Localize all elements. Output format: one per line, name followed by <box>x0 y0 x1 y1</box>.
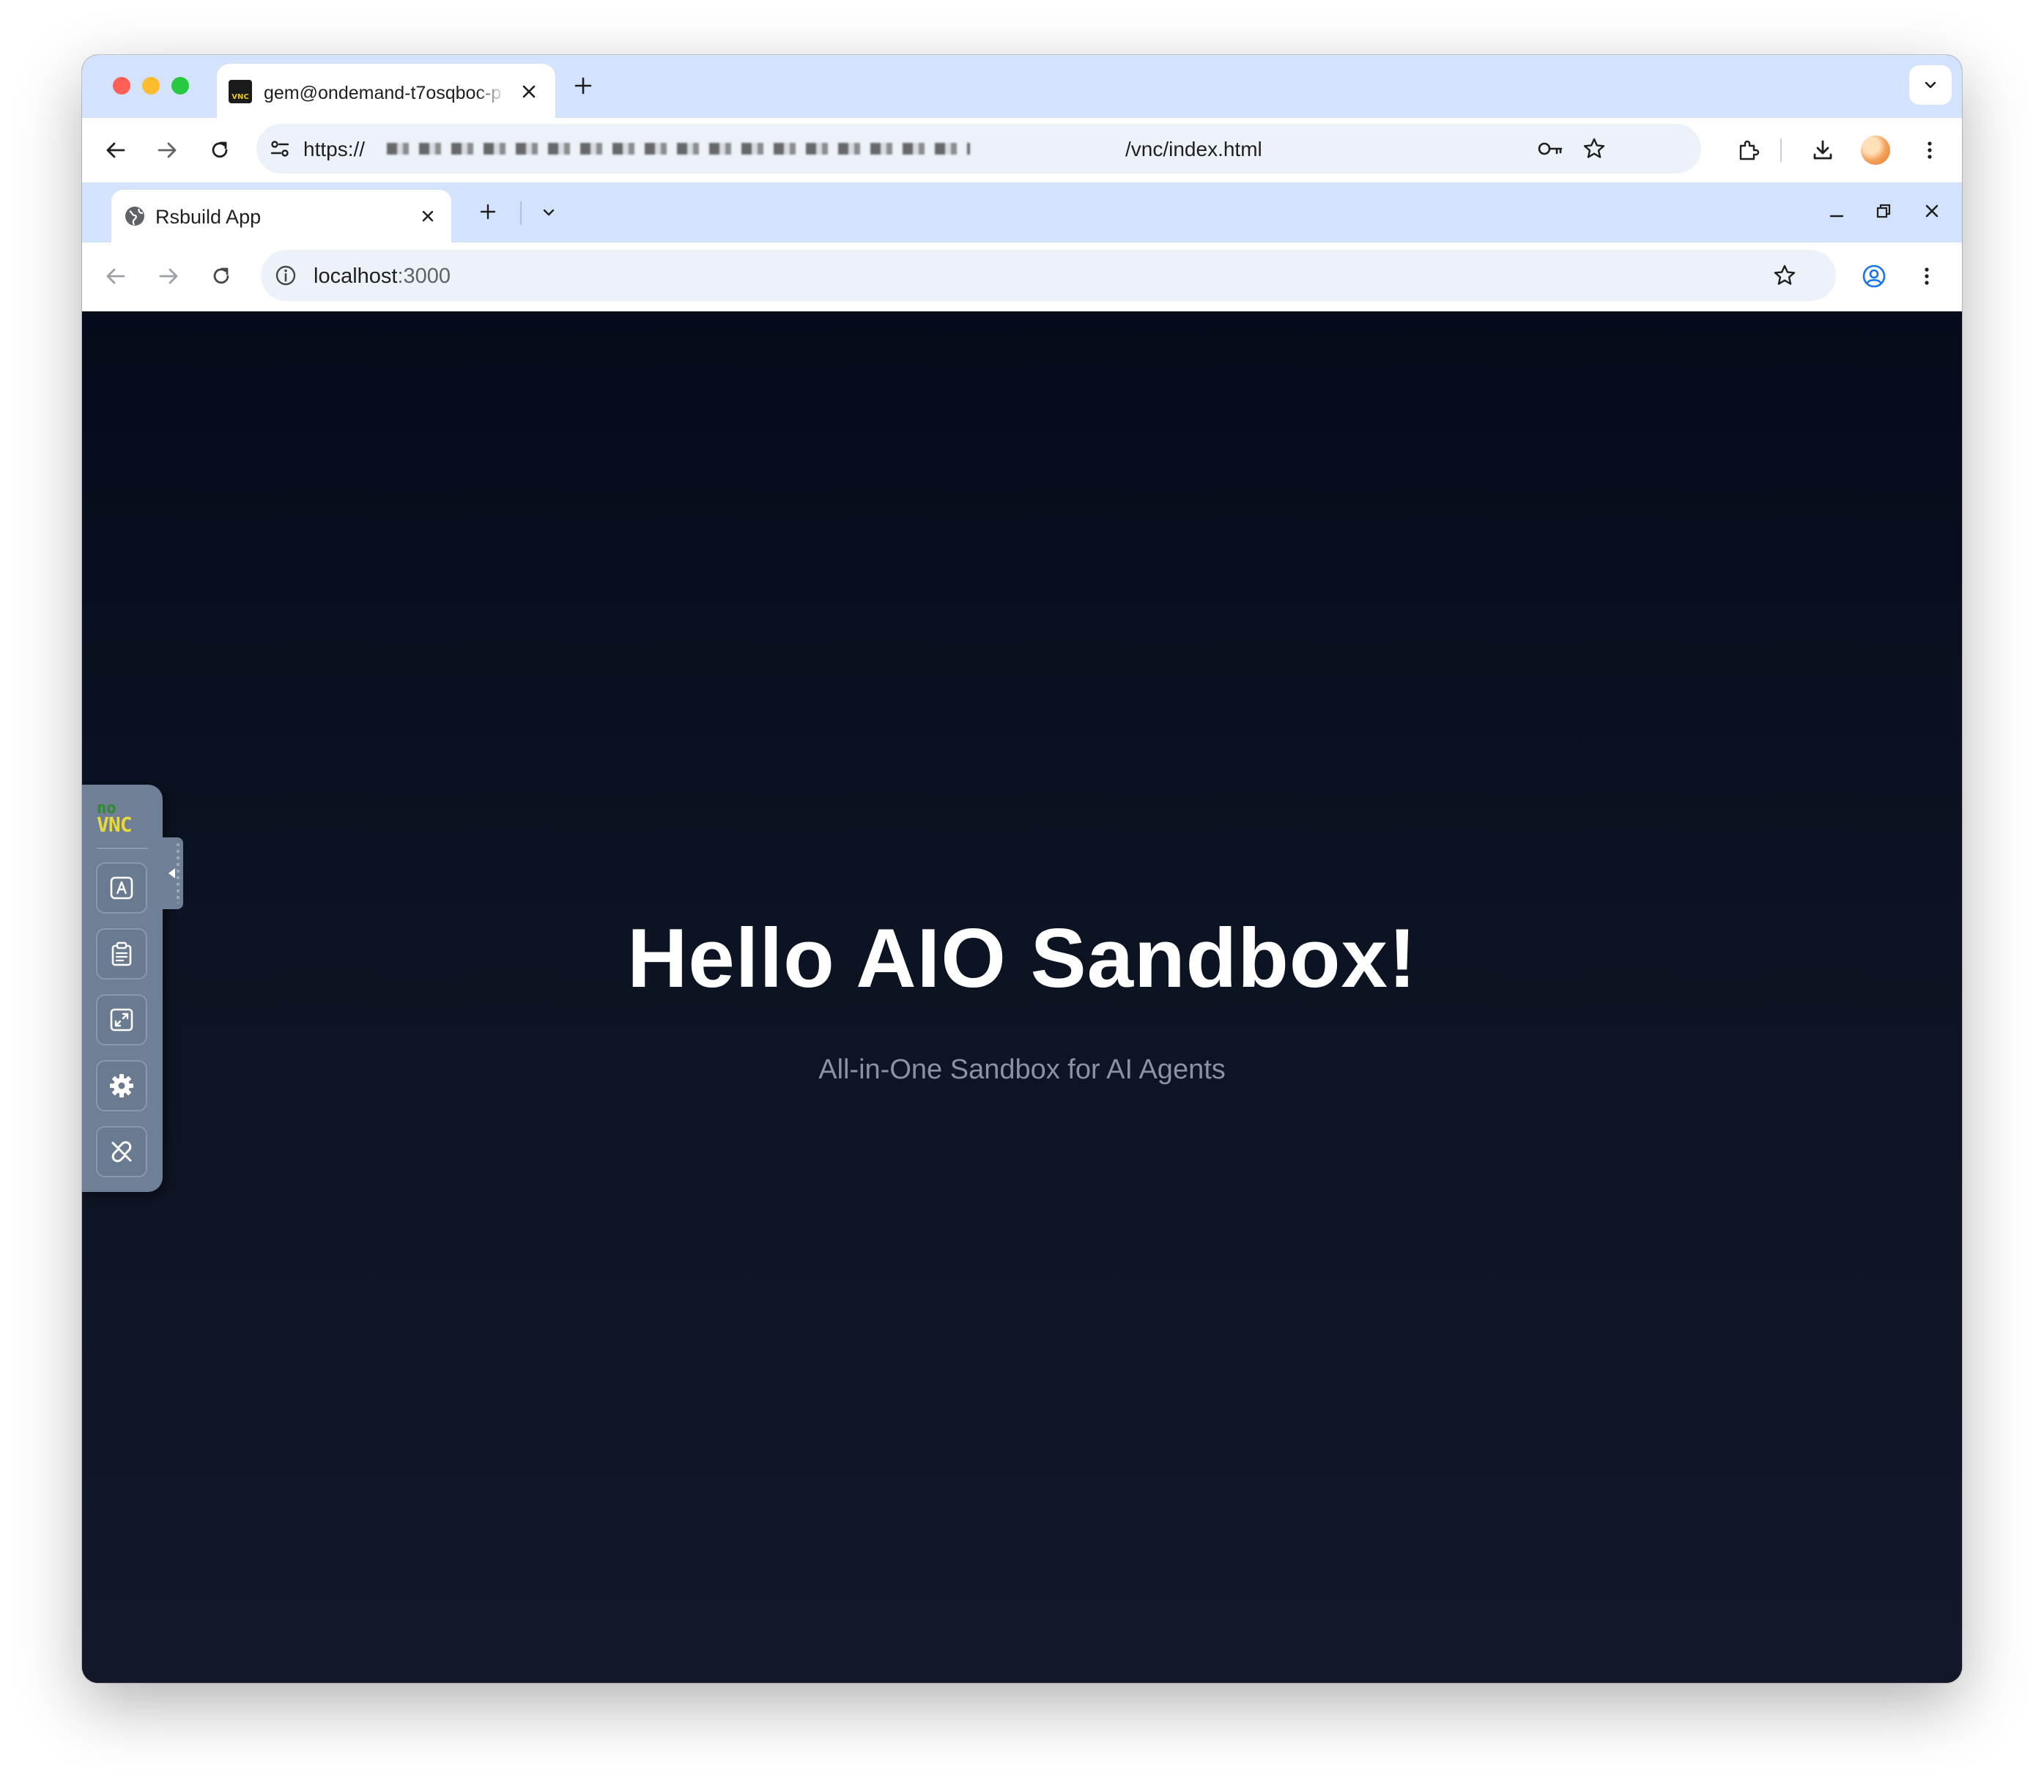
new-tab-icon[interactable] <box>571 74 595 97</box>
profile-avatar[interactable] <box>1861 136 1890 165</box>
collapse-arrow-icon <box>169 868 175 878</box>
close-window-icon[interactable] <box>1921 200 1943 222</box>
info-icon[interactable] <box>273 262 299 289</box>
inner-tab-title: Rsbuild App <box>155 206 262 228</box>
settings-button[interactable] <box>96 1060 147 1111</box>
tab-separator <box>520 201 522 225</box>
inner-address-bar[interactable]: localhost:3000 <box>261 250 1836 301</box>
inner-toolbar: localhost:3000 <box>82 242 1962 311</box>
redacted-url-segment <box>387 143 970 155</box>
url-port: :3000 <box>397 264 451 288</box>
clipboard-button[interactable] <box>96 928 147 980</box>
remote-desktop-view[interactable]: Rsbuild App localhost:3000 Hello AIO San… <box>82 182 1962 1683</box>
chevron-down-icon[interactable] <box>538 201 560 223</box>
novnc-logo-vnc: VNC <box>97 812 133 837</box>
close-tab-icon[interactable] <box>519 81 539 102</box>
novnc-logo: no VNC <box>97 801 149 839</box>
back-arrow-icon[interactable] <box>103 263 129 289</box>
inner-active-tab[interactable]: Rsbuild App <box>111 190 451 242</box>
inner-tab-strip: Rsbuild App <box>82 182 1962 242</box>
downloads-icon[interactable] <box>1810 137 1836 163</box>
url-path: /vnc/index.html <box>1125 138 1262 160</box>
bookmark-star-icon[interactable] <box>1581 136 1607 162</box>
more-menu-icon[interactable] <box>1914 263 1940 289</box>
outer-active-tab[interactable]: VNC gem@ondemand-t7osqboc-p <box>217 64 555 118</box>
forward-arrow-icon[interactable] <box>154 137 180 163</box>
extensions-puzzle-icon[interactable] <box>1735 137 1761 163</box>
toolbar-separator <box>1780 138 1782 162</box>
vnc-favicon-icon: VNC <box>229 80 252 103</box>
outer-toolbar: https:// /vnc/index.html <box>82 118 1962 182</box>
fullscreen-button[interactable] <box>96 994 147 1045</box>
close-window-button[interactable] <box>113 77 130 95</box>
new-tab-icon[interactable] <box>476 200 500 223</box>
novnc-divider <box>97 848 148 849</box>
outer-browser-window: VNC gem@ondemand-t7osqboc-p https:// /vn… <box>82 55 1962 1683</box>
site-settings-icon[interactable] <box>267 136 293 162</box>
url-host: localhost <box>314 264 398 288</box>
clipboard-icon <box>111 941 132 966</box>
chevron-down-icon <box>1925 81 1936 89</box>
minimize-icon[interactable] <box>1826 201 1848 223</box>
settings-gear-icon <box>110 1074 133 1097</box>
outer-tab-title: gem@ondemand-t7osqboc-p <box>264 83 502 103</box>
profile-icon[interactable] <box>1861 263 1887 289</box>
forward-arrow-icon[interactable] <box>155 263 182 289</box>
keyboard-icon <box>110 876 133 900</box>
url-prefix: https:// <box>303 138 366 160</box>
inner-url: localhost:3000 <box>314 264 451 289</box>
zoom-window-button[interactable] <box>171 77 189 95</box>
fullscreen-icon <box>110 1008 133 1032</box>
tab-search-button[interactable] <box>1909 65 1952 105</box>
minimize-window-button[interactable] <box>142 77 160 95</box>
more-menu-icon[interactable] <box>1917 137 1943 163</box>
back-arrow-icon[interactable] <box>103 137 129 163</box>
reload-icon[interactable] <box>208 263 234 289</box>
disconnect-button[interactable] <box>96 1126 147 1177</box>
page-title: Hello AIO Sandbox! <box>627 912 1417 1005</box>
password-key-icon[interactable] <box>1536 136 1565 162</box>
novnc-bar-handle[interactable] <box>163 837 183 909</box>
restore-window-icon[interactable] <box>1873 200 1895 222</box>
outer-tab-strip: VNC gem@ondemand-t7osqboc-p <box>82 55 1962 118</box>
page-subtitle: All-in-One Sandbox for AI Agents <box>818 1054 1226 1085</box>
web-page-content: Hello AIO Sandbox! All-in-One Sandbox fo… <box>82 311 1962 1683</box>
reload-icon[interactable] <box>207 137 233 163</box>
novnc-control-bar: no VNC <box>82 785 163 1192</box>
drag-grip[interactable] <box>177 843 179 903</box>
keyboard-button[interactable] <box>96 862 147 914</box>
outer-address-bar[interactable]: https:// /vnc/index.html <box>256 124 1701 174</box>
globe-icon <box>125 207 144 226</box>
close-tab-icon[interactable] <box>418 206 438 226</box>
disconnect-icon <box>111 1141 132 1163</box>
bookmark-star-icon[interactable] <box>1771 262 1798 289</box>
